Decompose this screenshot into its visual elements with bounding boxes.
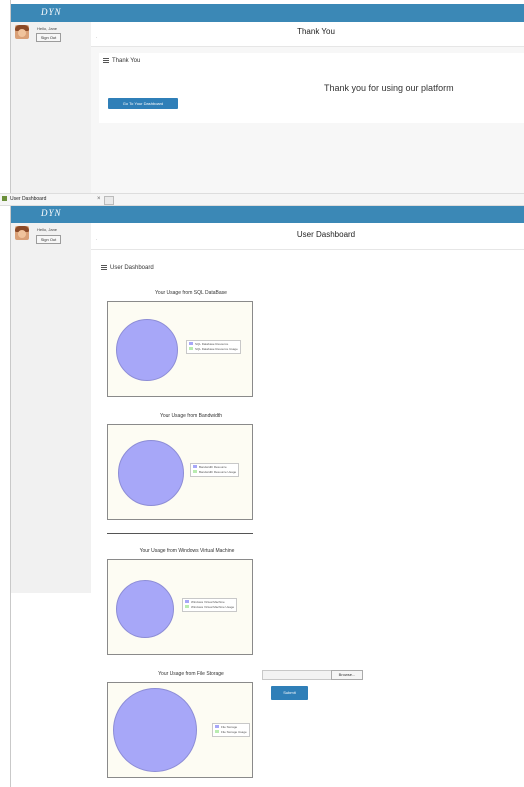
usage-chart: Bandwidth Resource Bandwidth Resource Us… — [107, 424, 253, 520]
legend-swatch — [189, 342, 193, 345]
go-to-dashboard-button[interactable]: Go To Your Dashboard — [108, 98, 178, 109]
main-content: User Dashboard Your Usage from SQL DataB… — [91, 250, 524, 787]
submit-button[interactable]: Submit — [271, 686, 308, 700]
pie-slice-resource — [116, 580, 174, 638]
list-icon — [103, 58, 109, 63]
sidebar: Hello, Jane Sign Out — [11, 223, 91, 593]
legend-swatch — [193, 470, 197, 473]
avatar — [15, 25, 29, 39]
browser-tab-bar: User Dashboard × — [0, 193, 524, 206]
greeting: Hello, Jane — [37, 227, 58, 232]
greeting: Hello, Jane — [37, 26, 58, 31]
app-logo: DYN — [41, 7, 62, 17]
panel-title: Thank You — [103, 58, 140, 64]
top-bar: DYN — [11, 205, 524, 223]
usage-chart: SQL Database Resource SQL Database Resou… — [107, 301, 253, 397]
main-content: Thank You Thank you for using our platfo… — [91, 47, 524, 193]
legend-swatch — [215, 725, 219, 728]
page-icon — [2, 196, 7, 201]
usage-chart: Windows Virtual Machine Windows Virtual … — [107, 559, 253, 655]
screenshot-frame: DYN Hello, Jane Sign Out . Thank You Tha… — [10, 0, 524, 787]
browse-button[interactable]: Browse... — [331, 670, 363, 680]
list-icon — [101, 265, 107, 270]
pie-slice-resource — [113, 688, 197, 772]
sidebar: Hello, Jane Sign Out — [11, 22, 91, 193]
legend-swatch — [185, 600, 189, 603]
chart-title: Your Usage from File Storage — [158, 671, 224, 677]
legend-swatch — [185, 605, 189, 608]
legend-swatch — [189, 347, 193, 350]
section-divider — [107, 533, 253, 534]
pie-slice-resource — [118, 440, 184, 506]
page-title: Thank You — [297, 27, 335, 36]
sign-out-button[interactable]: Sign Out — [36, 33, 61, 42]
pie-slice-resource — [116, 319, 178, 381]
thank-you-panel: Thank You Thank you for using our platfo… — [99, 53, 524, 123]
tab-user-dashboard[interactable]: User Dashboard — [2, 195, 46, 204]
chart-legend: Bandwidth Resource Bandwidth Resource Us… — [190, 463, 240, 477]
page-title: User Dashboard — [296, 230, 356, 239]
file-path-input[interactable] — [262, 670, 332, 680]
chart-title: Your Usage from SQL DataBase — [155, 290, 227, 296]
top-bar: DYN — [11, 4, 524, 22]
chart-title: Your Usage from Windows Virtual Machine — [139, 548, 235, 554]
sign-out-button[interactable]: Sign Out — [36, 235, 61, 244]
usage-chart: File Storage File Storage Usage — [107, 682, 253, 778]
app-logo: DYN — [41, 208, 62, 218]
thank-you-message: Thank you for using our platform — [324, 83, 454, 93]
panel-title: User Dashboard — [101, 265, 154, 271]
chart-legend: SQL Database Resource SQL Database Resou… — [186, 340, 241, 354]
page-header: . User Dashboard — [91, 223, 524, 250]
legend-swatch — [193, 465, 197, 468]
chart-legend: Windows Virtual Machine Windows Virtual … — [182, 598, 238, 612]
legend-swatch — [215, 730, 219, 733]
new-tab-button[interactable] — [104, 196, 114, 205]
avatar — [15, 226, 29, 240]
page-header: . Thank You — [91, 22, 524, 47]
chart-legend: File Storage File Storage Usage — [212, 723, 250, 737]
close-icon[interactable]: × — [97, 195, 101, 204]
chart-title: Your Usage from Bandwidth — [159, 413, 223, 419]
